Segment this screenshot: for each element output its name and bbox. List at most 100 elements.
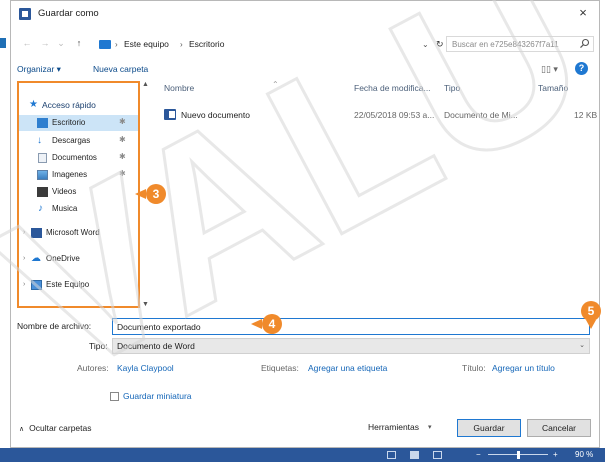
tags-label: Etiquetas: bbox=[261, 363, 299, 373]
nav-item-label: Escritorio bbox=[52, 118, 86, 127]
search-input[interactable]: Buscar en e725e843267f7a11 bbox=[446, 36, 594, 52]
file-type: Documento de Mi... bbox=[444, 110, 518, 120]
tools-dropdown-icon[interactable]: ▾ bbox=[428, 422, 432, 433]
zoom-level[interactable]: 90 % bbox=[575, 449, 593, 460]
callout-4-pointer bbox=[251, 319, 262, 329]
back-icon[interactable]: ← bbox=[21, 37, 33, 50]
nav-item-videos[interactable]: Videos bbox=[19, 184, 138, 200]
desktop-folder-icon bbox=[37, 118, 48, 128]
videos-icon bbox=[37, 187, 48, 197]
read-mode-icon[interactable] bbox=[387, 451, 396, 459]
expand-chevron-icon[interactable]: › bbox=[23, 228, 25, 238]
expand-chevron-icon[interactable]: › bbox=[23, 280, 25, 290]
expand-chevron-icon[interactable]: › bbox=[23, 254, 25, 264]
cancel-button[interactable]: Cancelar bbox=[527, 419, 591, 437]
tools-button[interactable]: Herramientas bbox=[368, 422, 419, 433]
authors-field[interactable]: Kayla Claypool bbox=[117, 363, 174, 374]
close-icon[interactable]: × bbox=[575, 5, 591, 21]
nav-item-music[interactable]: ♪ Musica bbox=[19, 201, 138, 217]
authors-label: Autores: bbox=[77, 363, 109, 373]
file-date: 22/05/2018 09:53 a... bbox=[354, 110, 435, 120]
address-dropdown-icon[interactable]: ⌄ bbox=[422, 39, 429, 50]
sort-arrow-icon: ⌃ bbox=[272, 80, 279, 89]
file-name: Nuevo documento bbox=[181, 110, 250, 120]
title-label: Título: bbox=[462, 363, 486, 373]
hide-folders-label: Ocultar carpetas bbox=[29, 423, 92, 433]
pin-icon: ✱ bbox=[119, 135, 126, 144]
navigation-pane: ★ Acceso rápido Escritorio ✱ ↓ Descargas… bbox=[17, 81, 140, 308]
nav-item-label: Microsoft Word bbox=[46, 228, 100, 237]
zoom-out-icon[interactable]: − bbox=[476, 449, 481, 460]
pin-icon: ✱ bbox=[119, 169, 126, 178]
zoom-in-icon[interactable]: + bbox=[553, 449, 558, 460]
filename-label: Nombre de archivo: bbox=[17, 321, 92, 331]
file-size: 12 KB bbox=[574, 110, 598, 120]
help-icon[interactable]: ? bbox=[575, 62, 588, 75]
search-placeholder: Buscar en e725e843267f7a11 bbox=[452, 40, 559, 49]
nav-item-label: Imagenes bbox=[52, 170, 88, 179]
print-layout-icon[interactable] bbox=[410, 451, 419, 459]
nav-item-downloads[interactable]: ↓ Descargas ✱ bbox=[19, 133, 138, 149]
nav-item-this-pc[interactable]: › Este Equipo bbox=[19, 277, 138, 293]
callout-5-pointer bbox=[586, 320, 596, 329]
recent-locations-icon[interactable]: ⌄ bbox=[55, 37, 67, 50]
view-options-button[interactable]: ▯▯ ▾ bbox=[541, 63, 563, 75]
type-label: Tipo: bbox=[89, 341, 108, 351]
scroll-down-icon[interactable]: ▼ bbox=[142, 301, 149, 308]
title-field[interactable]: Agregar un título bbox=[492, 363, 555, 374]
filename-input[interactable]: Documento exportado bbox=[112, 318, 590, 335]
nav-item-quick-access[interactable]: ★ Acceso rápido bbox=[19, 97, 138, 113]
nav-item-pictures[interactable]: Imagenes ✱ bbox=[19, 167, 138, 183]
onedrive-icon: ☁ bbox=[31, 253, 41, 264]
web-layout-icon[interactable] bbox=[433, 451, 442, 459]
callout-3: 3 bbox=[146, 184, 166, 204]
nav-item-label: Documentos bbox=[52, 153, 97, 162]
search-icon bbox=[580, 38, 590, 49]
nav-item-label: Videos bbox=[52, 187, 77, 196]
hide-folders-button[interactable]: ∧ Ocultar carpetas bbox=[19, 423, 92, 435]
forward-icon[interactable]: → bbox=[39, 37, 51, 50]
music-icon: ♪ bbox=[38, 203, 43, 214]
file-type-select[interactable]: Documento de Word ⌄ bbox=[112, 338, 590, 354]
word-app-icon bbox=[19, 8, 31, 20]
file-row[interactable]: Nuevo documento 22/05/2018 09:53 a... Do… bbox=[154, 107, 598, 123]
chevron-up-icon: ∧ bbox=[19, 426, 25, 433]
scroll-up-icon[interactable]: ▲ bbox=[142, 81, 149, 88]
tags-field[interactable]: Agregar una etiqueta bbox=[308, 363, 387, 374]
computer-icon bbox=[31, 280, 42, 290]
column-header-name[interactable]: Nombre bbox=[164, 83, 194, 94]
nav-item-label: Descargas bbox=[52, 136, 91, 145]
nav-item-documents[interactable]: Documentos ✱ bbox=[19, 150, 138, 166]
dialog-title: Guardar como bbox=[38, 8, 99, 19]
up-folder-icon[interactable]: ↑ bbox=[73, 37, 85, 50]
column-header-size[interactable]: Tamaño bbox=[538, 83, 568, 94]
nav-item-desktop[interactable]: Escritorio ✱ bbox=[19, 115, 138, 131]
thumbnail-checkbox[interactable] bbox=[110, 392, 119, 401]
title-bar: Guardar como × bbox=[11, 1, 599, 27]
breadcrumb-escritorio[interactable]: Escritorio bbox=[189, 39, 224, 50]
nav-item-microsoft-word[interactable]: › Microsoft Word bbox=[19, 225, 138, 241]
new-folder-button[interactable]: Nueva carpeta bbox=[93, 64, 148, 75]
organize-button[interactable]: Organizar ▾ bbox=[17, 64, 61, 75]
chevron-down-icon: ⌄ bbox=[579, 342, 585, 349]
thumbnail-label[interactable]: Guardar miniatura bbox=[123, 391, 192, 402]
status-bar: − + 90 % bbox=[0, 448, 605, 462]
pin-icon: ✱ bbox=[119, 152, 126, 161]
pin-icon: ✱ bbox=[119, 117, 126, 126]
nav-item-onedrive[interactable]: › ☁ OneDrive bbox=[19, 251, 138, 267]
zoom-slider-thumb[interactable] bbox=[517, 451, 520, 459]
documents-icon bbox=[38, 153, 47, 163]
callout-5: 5 bbox=[581, 301, 601, 321]
filename-value: Documento exportado bbox=[117, 322, 201, 332]
column-header-date[interactable]: Fecha de modifica... bbox=[354, 83, 431, 94]
address-path[interactable]: › Este equipo › Escritorio ⌄ ↻ bbox=[95, 36, 465, 52]
column-header-type[interactable]: Tipo bbox=[444, 83, 460, 94]
save-button[interactable]: Guardar bbox=[457, 419, 521, 437]
breadcrumb-separator: › bbox=[180, 40, 183, 49]
folder-icon bbox=[99, 40, 111, 49]
word-icon bbox=[31, 228, 42, 238]
breadcrumb-este-equipo[interactable]: Este equipo bbox=[124, 39, 169, 50]
breadcrumb-separator: › bbox=[115, 40, 118, 49]
callout-4: 4 bbox=[262, 314, 282, 334]
refresh-icon[interactable]: ↻ bbox=[436, 38, 444, 50]
